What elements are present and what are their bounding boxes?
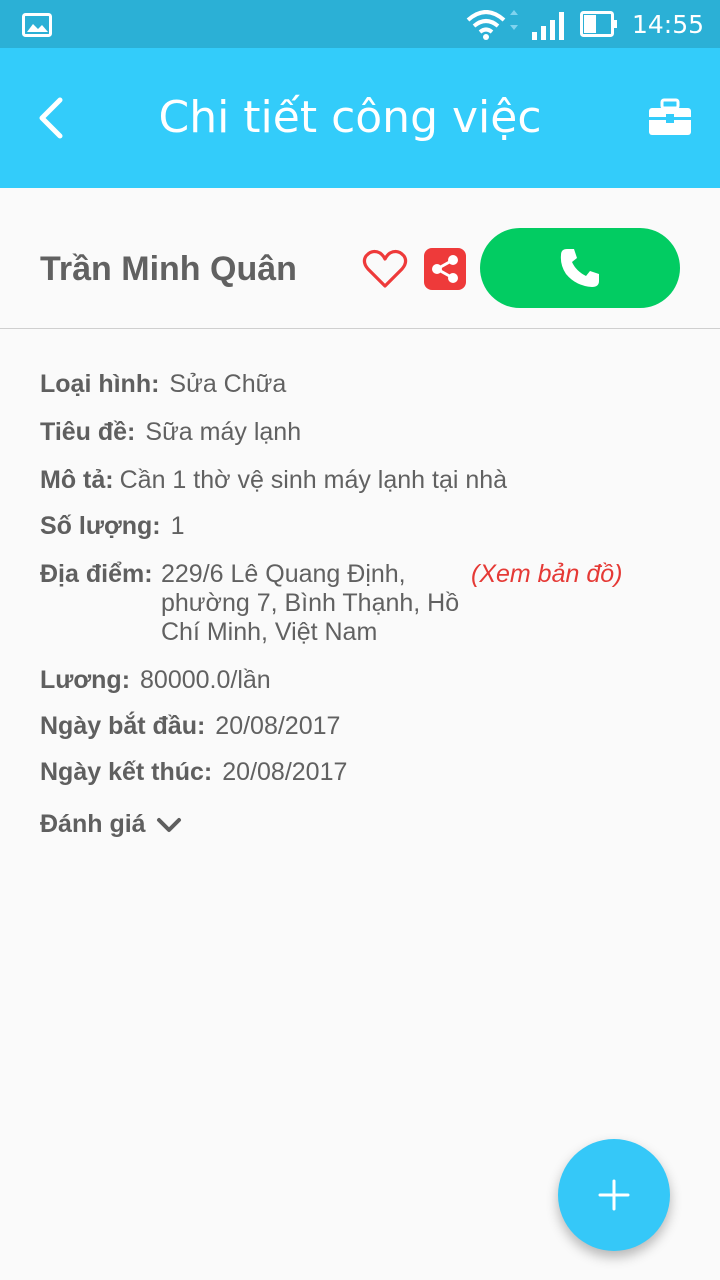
detail-description-value: Cần 1 thờ vệ sinh máy lạnh tại nhà xyxy=(119,466,508,494)
battery-icon xyxy=(580,11,618,42)
detail-quantity-value: 1 xyxy=(170,512,185,540)
worker-header: Trần Minh Quân xyxy=(0,188,720,329)
status-bar: 14:55 xyxy=(0,0,720,48)
app-bar: Chi tiết công việc xyxy=(0,48,720,188)
detail-end-date: Ngày kết thúc: 20/08/2017 xyxy=(40,758,347,787)
detail-title: Tiêu đề: Sữa máy lạnh xyxy=(40,418,301,447)
detail-title-label: Tiêu đề: xyxy=(40,418,136,446)
detail-end-date-label: Ngày kết thúc: xyxy=(40,758,213,786)
rating-toggle[interactable]: Đánh giá xyxy=(40,810,182,839)
detail-description: Mô tả: Cần 1 thờ vệ sinh máy lạnh tại nhà xyxy=(40,466,507,495)
call-button[interactable] xyxy=(480,228,680,308)
detail-salary: Lương: 80000.0/lần xyxy=(40,666,271,695)
plus-icon xyxy=(598,1179,630,1211)
detail-type: Loại hình: Sửa Chữa xyxy=(40,370,286,399)
toolbox-button[interactable] xyxy=(646,98,694,138)
detail-location-value: 229/6 Lê Quang Định, phường 7, Bình Thạn… xyxy=(161,560,460,646)
detail-quantity: Số lượng: 1 xyxy=(40,512,185,541)
rating-label: Đánh giá xyxy=(40,810,146,838)
detail-start-date-value: 20/08/2017 xyxy=(215,712,341,740)
gallery-icon xyxy=(22,13,52,42)
detail-type-value: Sửa Chữa xyxy=(169,370,287,398)
detail-title-value: Sữa máy lạnh xyxy=(145,418,302,446)
worker-name: Trần Minh Quân xyxy=(40,250,297,288)
status-time: 14:55 xyxy=(632,10,705,39)
signal-icon xyxy=(532,12,566,45)
view-map-link[interactable]: (Xem bản đồ) xyxy=(471,560,622,589)
detail-description-label: Mô tả: xyxy=(40,466,114,494)
detail-start-date: Ngày bắt đầu: 20/08/2017 xyxy=(40,712,340,741)
detail-quantity-label: Số lượng: xyxy=(40,512,161,540)
detail-start-date-label: Ngày bắt đầu: xyxy=(40,712,206,740)
share-icon xyxy=(432,255,458,283)
share-button[interactable] xyxy=(424,248,466,290)
phone-icon xyxy=(560,249,599,287)
detail-type-label: Loại hình: xyxy=(40,370,160,398)
toolbox-icon xyxy=(649,98,691,135)
detail-end-date-value: 20/08/2017 xyxy=(222,758,348,786)
detail-location-label: Địa điểm: xyxy=(40,560,153,588)
add-fab-button[interactable] xyxy=(558,1139,670,1251)
detail-salary-label: Lương: xyxy=(40,666,131,694)
page-title: Chi tiết công việc xyxy=(158,92,542,143)
chevron-down-icon xyxy=(156,818,181,833)
favorite-button[interactable] xyxy=(362,248,408,290)
wifi-icon xyxy=(466,10,522,45)
detail-salary-value: 80000.0/lần xyxy=(140,666,271,694)
heart-outline-icon xyxy=(362,249,408,288)
